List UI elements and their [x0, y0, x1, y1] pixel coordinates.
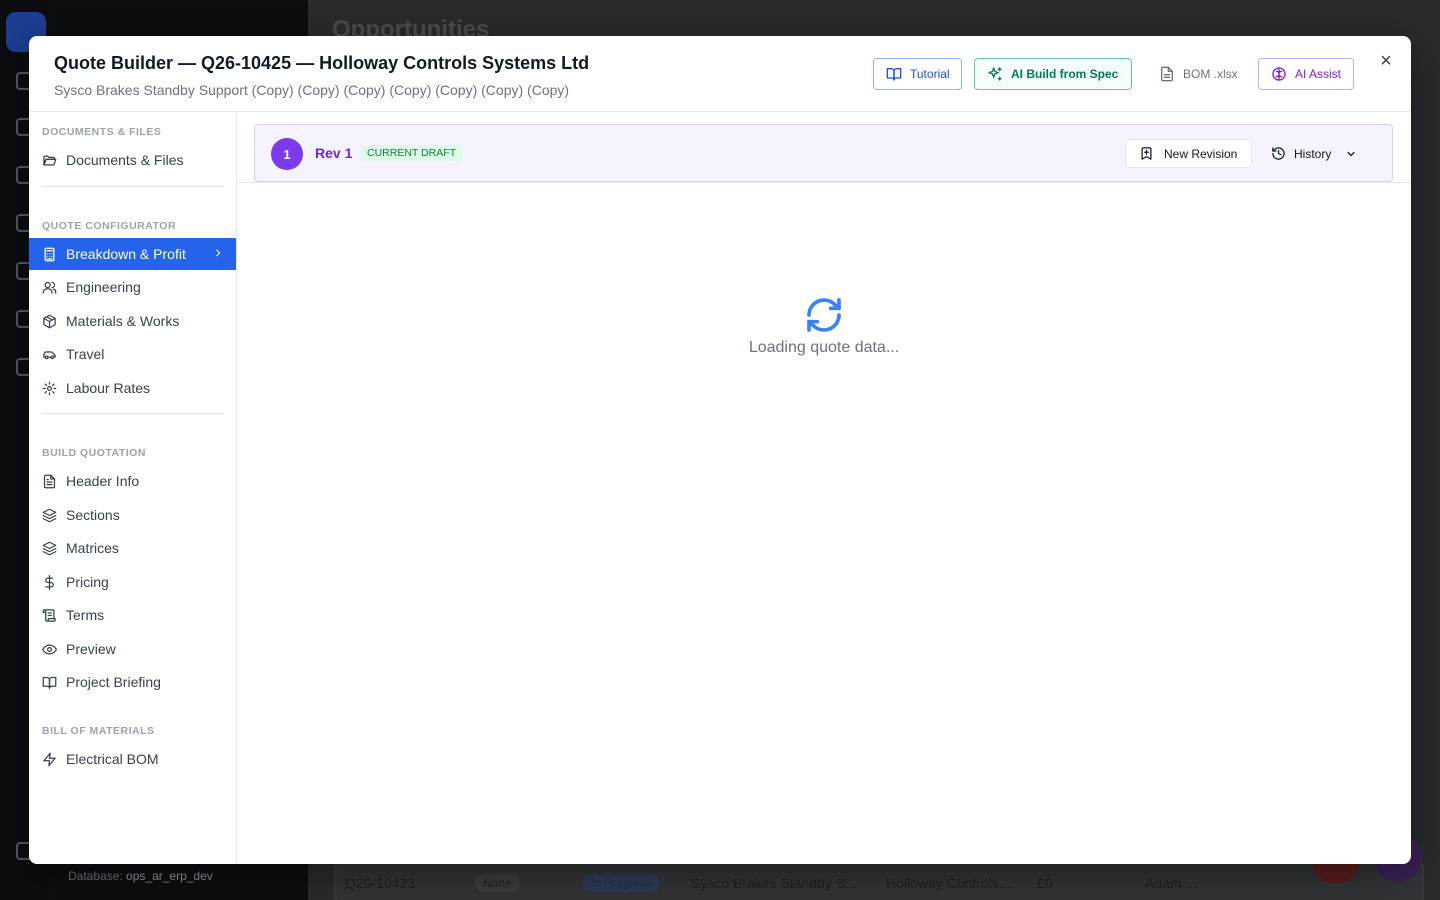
sidebar-item-header-info[interactable]: Header Info — [29, 465, 236, 497]
ai-assist-button[interactable]: AI Assist — [1258, 58, 1354, 90]
sidebar-item-label: Matrices — [66, 540, 119, 556]
package-icon — [43, 314, 56, 328]
sidebar-item-label: Sections — [66, 507, 120, 523]
section-label-bom: BILL OF MATERIALS — [42, 725, 155, 737]
quote-number: Q26-10423 — [345, 875, 416, 891]
bom-export-label: BOM .xlsx — [1183, 67, 1238, 81]
loading-state: Loading quote data... — [237, 295, 1411, 356]
quote-builder-modal: Quote Builder — Q26-10425 — Holloway Con… — [29, 36, 1411, 864]
dollar-sign-icon — [45, 574, 54, 590]
chevron-right-icon — [216, 249, 221, 257]
sidebar-item-label: Travel — [66, 346, 105, 362]
refresh-spinner-icon — [807, 298, 841, 332]
priority-badge: None — [475, 874, 520, 892]
sidebar-item-labour-rates[interactable]: Labour Rates — [29, 372, 236, 404]
ai-assist-label: AI Assist — [1295, 67, 1342, 81]
eye-icon — [42, 644, 57, 654]
close-icon[interactable]: × — [1376, 50, 1396, 72]
revision-bar: 1 Rev 1 CURRENT DRAFT New Revision Histo… — [254, 124, 1393, 182]
brain-icon — [1272, 67, 1286, 81]
book-open-icon — [42, 676, 57, 689]
ai-build-button[interactable]: AI Build from Spec — [974, 58, 1132, 90]
section-label-documents: DOCUMENTS & FILES — [42, 126, 162, 138]
folder-open-icon — [43, 155, 57, 165]
customer-name: Holloway Controls... — [886, 875, 1011, 891]
sidebar-item-pricing[interactable]: Pricing — [29, 566, 236, 598]
sidebar-item-label: Electrical BOM — [66, 751, 159, 767]
project-name: Sysco Brakes Standby S... — [691, 875, 857, 891]
gear-icon — [42, 381, 57, 395]
sidebar-item-terms[interactable]: Terms — [29, 599, 236, 631]
car-icon — [43, 350, 56, 359]
modal-subtitle: Sysco Brakes Standby Support (Copy) (Cop… — [54, 82, 570, 98]
sidebar-item-label: Pricing — [66, 574, 109, 590]
bom-export-button[interactable]: BOM .xlsx — [1146, 58, 1244, 90]
table-row: Q26-10423 None In Progress Sysco Brakes … — [334, 862, 1424, 900]
quote-value: £0 — [1037, 875, 1053, 891]
revision-number-badge: 1 — [271, 138, 303, 170]
quote-builder-sidebar: DOCUMENTS & FILES Documents & Files QUOT… — [29, 113, 237, 864]
sidebar-item-label: Labour Rates — [66, 380, 151, 396]
sidebar-item-project-briefing[interactable]: Project Briefing — [29, 666, 236, 698]
sidebar-item-engineering[interactable]: Engineering — [29, 271, 236, 303]
file-icon — [1161, 66, 1173, 82]
calculator-icon — [44, 247, 55, 261]
tutorial-button[interactable]: Tutorial — [873, 58, 962, 90]
revision-label: Rev 1 — [315, 145, 353, 161]
new-revision-button[interactable]: New Revision — [1125, 139, 1252, 168]
layers-icon — [42, 541, 57, 555]
scroll-icon — [42, 608, 56, 622]
book-open-icon — [886, 68, 902, 81]
sidebar-item-label: Materials & Works — [66, 313, 180, 329]
divider — [42, 413, 224, 414]
sidebar-item-documents-files[interactable]: Documents & Files — [29, 144, 236, 176]
zap-icon — [43, 752, 56, 766]
sidebar-item-electrical-bom[interactable]: Electrical BOM — [29, 743, 236, 775]
sidebar-item-label: Preview — [66, 641, 116, 657]
modal-header: Quote Builder — Q26-10425 — Holloway Con… — [29, 36, 1411, 112]
tutorial-label: Tutorial — [910, 67, 950, 81]
file-text-icon — [43, 474, 56, 488]
sparkles-icon — [988, 67, 1002, 81]
section-label-configurator: QUOTE CONFIGURATOR — [42, 220, 177, 232]
sidebar-item-label: Project Briefing — [66, 674, 161, 690]
history-label: History — [1294, 146, 1332, 161]
sidebar-item-label: Breakdown & Profit — [66, 246, 186, 262]
draft-status-badge: CURRENT DRAFT — [361, 145, 463, 161]
sidebar-item-preview[interactable]: Preview — [29, 633, 236, 665]
sidebar-item-label: Documents & Files — [66, 152, 184, 168]
sidebar-item-label: Engineering — [66, 279, 141, 295]
sidebar-item-matrices[interactable]: Matrices — [29, 532, 236, 564]
sidebar-item-label: Terms — [66, 607, 105, 623]
divider — [42, 186, 224, 187]
loading-text: Loading quote data... — [748, 339, 900, 356]
sidebar-item-breakdown-profit[interactable]: Breakdown & Profit — [29, 238, 236, 270]
history-dropdown[interactable]: History — [1261, 139, 1371, 168]
sidebar-item-sections[interactable]: Sections — [29, 499, 236, 531]
history-icon — [1272, 147, 1285, 160]
new-revision-label: New Revision — [1164, 146, 1238, 161]
quote-content-area: 1 Rev 1 CURRENT DRAFT New Revision Histo… — [237, 113, 1411, 864]
modal-title: Quote Builder — Q26-10425 — Holloway Con… — [54, 53, 590, 73]
sidebar-item-label: Header Info — [66, 473, 140, 489]
divider — [237, 182, 1411, 183]
sidebar-item-materials-works[interactable]: Materials & Works — [29, 305, 236, 337]
chevron-down-icon — [1347, 151, 1355, 156]
database-indicator: Database: ops_ar_erp_dev — [68, 869, 213, 883]
sidebar-item-travel[interactable]: Travel — [29, 338, 236, 370]
status-badge: In Progress — [583, 874, 661, 892]
users-icon — [42, 281, 57, 294]
layers-icon — [42, 508, 57, 522]
bookmark-plus-icon — [1141, 147, 1152, 160]
ai-build-label: AI Build from Spec — [1011, 67, 1119, 81]
owner-name: Adam ... — [1145, 875, 1198, 891]
section-label-build-quotation: BUILD QUOTATION — [42, 447, 146, 459]
